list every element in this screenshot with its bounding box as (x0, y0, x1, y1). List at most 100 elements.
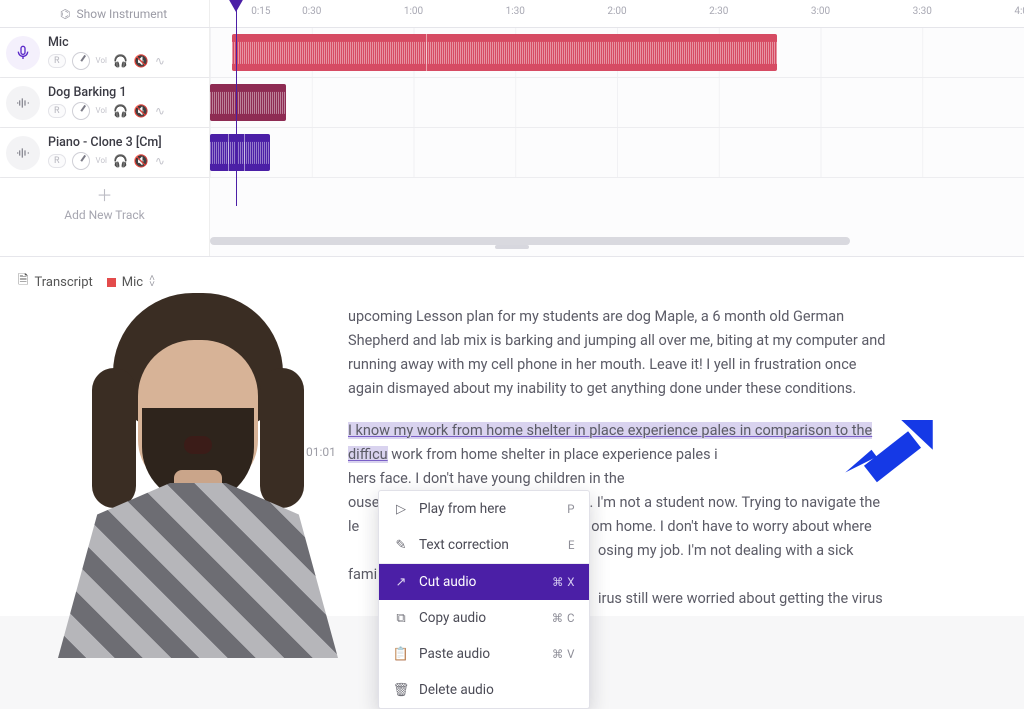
timeline-ruler[interactable]: 0:15 0:30 1:00 1:30 2:00 2:30 3:00 3:30 4:00 (210, 0, 1024, 27)
track-header[interactable]: Piano - Clone 3 [Cm] R Vol 🎧 🔇 ∿ (0, 128, 210, 177)
track-row: Piano - Clone 3 [Cm] R Vol 🎧 🔇 ∿ (0, 128, 1024, 178)
timeline-row: ⌬ Show Instrument 0:15 0:30 1:00 1:30 2:00 2:… (0, 0, 1024, 28)
mute-icon[interactable]: 🔇 (134, 55, 149, 67)
cut-icon: ↗ (393, 575, 409, 590)
document-icon: 🗎 (18, 271, 28, 293)
track-header[interactable]: Dog Barking 1 R Vol 🎧 🔇 ∿ (0, 78, 210, 127)
volume-knob[interactable] (72, 52, 90, 70)
show-instrument-label: Show Instrument (76, 7, 167, 21)
timeline-tick-label: 2:30 (709, 6, 728, 17)
headphones-icon[interactable]: 🎧 (113, 55, 128, 67)
record-dot-icon (107, 278, 116, 287)
menu-item-label: Cut audio (419, 574, 476, 590)
menu-item-label: Play from here (419, 501, 506, 517)
add-track-row: ＋ Add New Track (0, 178, 1024, 226)
menu-item-label: Delete audio (419, 682, 494, 698)
waveform-icon (6, 136, 40, 170)
volume-label: Vol (96, 57, 107, 65)
fx-icon[interactable]: ∿ (155, 155, 165, 167)
timeline-tick-label: 2:00 (607, 6, 626, 17)
transcript-tab[interactable]: 🗎 Transcript (18, 271, 93, 293)
track-controls: R Vol 🎧 🔇 ∿ (48, 52, 201, 70)
menu-item-label: Copy audio (419, 610, 486, 626)
volume-label: Vol (96, 107, 107, 115)
transcript-header: 🗎 Transcript Mic ˄˅ (18, 271, 1006, 293)
playhead[interactable] (236, 0, 237, 206)
audio-clip[interactable] (210, 84, 286, 121)
menu-item-text-correction[interactable]: ✎ Text correction E (379, 527, 589, 563)
track-row: Dog Barking 1 R Vol 🎧 🔇 ∿ (0, 78, 1024, 128)
track-lane[interactable] (210, 128, 1024, 177)
track-name: Mic (48, 35, 201, 50)
track-lane[interactable] (210, 78, 1024, 127)
waveform-icon (232, 41, 777, 63)
speaker-column (18, 305, 318, 606)
record-arm-toggle[interactable]: R (48, 104, 66, 118)
timeline-tick-label: 0:15 (251, 6, 270, 17)
fx-icon[interactable]: ∿ (155, 55, 165, 67)
transcript-paragraph[interactable]: upcoming Lesson plan for my students are… (348, 305, 888, 401)
mute-icon[interactable]: 🔇 (134, 105, 149, 117)
menu-item-paste-audio[interactable]: 📋 Paste audio ⌘ V (379, 636, 589, 672)
mute-icon[interactable]: 🔇 (134, 155, 149, 167)
menu-item-cut-audio[interactable]: ↗ Cut audio ⌘ X (379, 563, 589, 600)
menu-shortcut: P (567, 502, 575, 516)
track-header[interactable]: Mic R Vol 🎧 🔇 ∿ (0, 28, 210, 77)
timestamp-value: 01:01 (306, 445, 336, 459)
timeline-tick-label: 3:00 (811, 6, 830, 17)
audio-clip[interactable] (210, 134, 270, 171)
volume-knob[interactable] (72, 152, 90, 170)
menu-item-play-from-here[interactable]: ▷ Play from here P (379, 491, 589, 527)
menu-item-label: Text correction (419, 537, 509, 553)
menu-item-delete-audio[interactable]: 🗑 Delete audio (379, 672, 589, 708)
timeline-tick-label: 3:30 (913, 6, 932, 17)
headphones-icon[interactable]: 🎧 (113, 105, 128, 117)
track-lane[interactable] (210, 28, 1024, 77)
fx-icon[interactable]: ∿ (155, 105, 165, 117)
volume-label: Vol (96, 157, 107, 165)
timeline-tick-label: 1:30 (506, 6, 525, 17)
context-menu: ▷ Play from here P ✎ Text correction E ↗… (378, 490, 590, 709)
track-name: Dog Barking 1 (48, 85, 201, 100)
menu-shortcut: ⌘ C (552, 611, 575, 625)
chevron-up-down-icon: ˄˅ (149, 276, 155, 288)
audio-editor: ⌬ Show Instrument 0:15 0:30 1:00 1:30 2:00 2:… (0, 0, 1024, 256)
track-controls: R Vol 🎧 🔇 ∿ (48, 152, 201, 170)
record-dot-icon (290, 448, 298, 456)
sliders-icon: ⌬ (60, 7, 70, 21)
horizontal-scrollbar[interactable] (210, 226, 1024, 256)
panel-drag-handle[interactable] (495, 245, 529, 249)
pencil-icon: ✎ (393, 538, 409, 553)
transcript-source-selector[interactable]: Mic ˄˅ (107, 275, 155, 290)
menu-shortcut: ⌘ X (552, 575, 575, 589)
menu-item-copy-audio[interactable]: ⧉ Copy audio ⌘ C (379, 600, 589, 636)
paste-icon: 📋 (393, 647, 409, 662)
waveform-icon (6, 86, 40, 120)
trash-icon: 🗑 (393, 683, 409, 698)
volume-knob[interactable] (72, 102, 90, 120)
show-instrument-button[interactable]: ⌬ Show Instrument (0, 0, 210, 27)
waveform-icon (210, 141, 270, 163)
transcript-timestamp[interactable]: 01:01 (290, 445, 336, 459)
add-track-button[interactable]: ＋ Add New Track (0, 178, 210, 226)
timeline-tick-label: 4:00 (1014, 6, 1024, 17)
track-row: Mic R Vol 🎧 🔇 ∿ (0, 28, 1024, 78)
mic-icon (6, 36, 40, 70)
play-icon: ▷ (393, 502, 409, 517)
record-arm-toggle[interactable]: R (48, 154, 66, 168)
track-name: Piano - Clone 3 [Cm] (48, 135, 201, 150)
menu-shortcut: ⌘ V (552, 647, 575, 661)
menu-shortcut: E (568, 538, 575, 552)
empty-lane (210, 178, 1024, 226)
timeline-tick-label: 1:00 (404, 6, 423, 17)
scroll-row (0, 226, 1024, 256)
audio-clip[interactable] (232, 34, 777, 71)
headphones-icon[interactable]: 🎧 (113, 155, 128, 167)
waveform-icon (210, 91, 286, 113)
transcript-label: Transcript (34, 275, 92, 290)
add-track-label: Add New Track (64, 208, 144, 222)
plus-icon: ＋ (96, 182, 112, 206)
menu-item-label: Paste audio (419, 646, 490, 662)
record-arm-toggle[interactable]: R (48, 54, 66, 68)
timeline-tick-label: 0:30 (302, 6, 321, 17)
